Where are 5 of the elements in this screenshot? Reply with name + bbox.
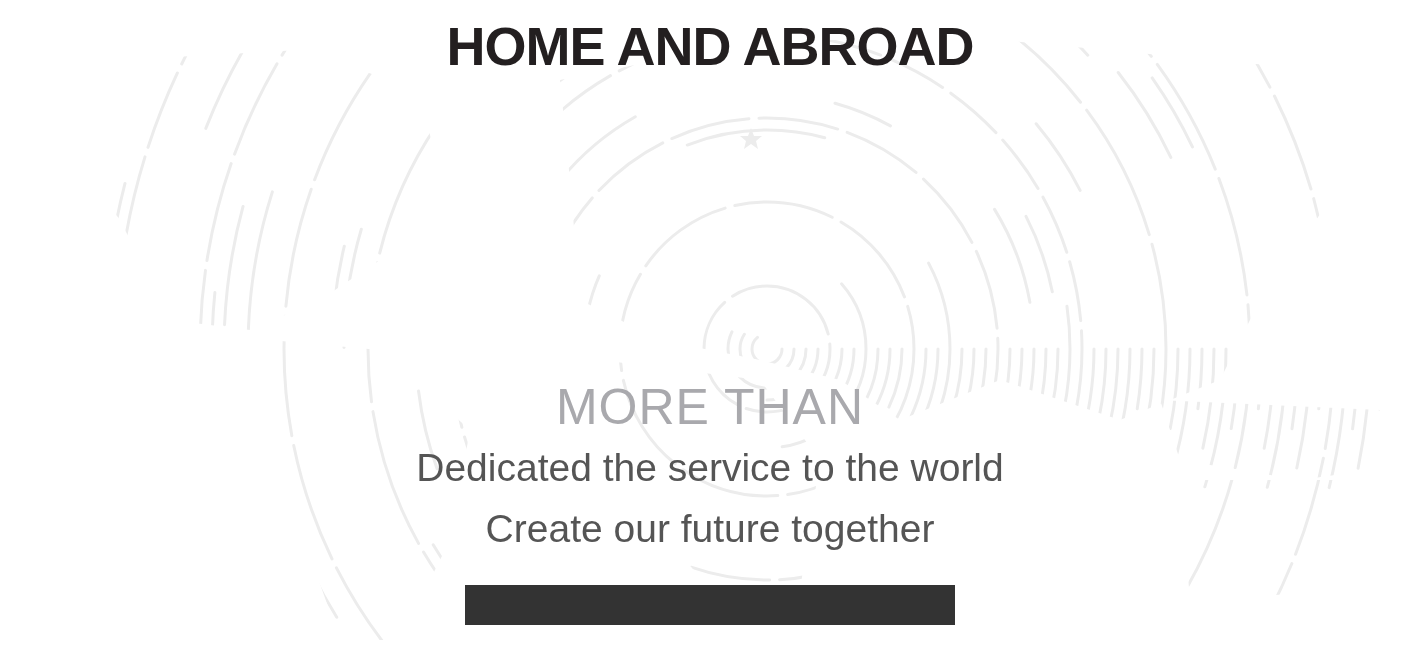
subheading: MORE THAN bbox=[555, 378, 865, 437]
section-heading: HOME AND ABROAD bbox=[446, 15, 974, 78]
tagline: Dedicated the service to the world bbox=[416, 445, 1004, 491]
tagline: Create our future together bbox=[485, 506, 935, 552]
action-bar[interactable] bbox=[465, 585, 955, 625]
